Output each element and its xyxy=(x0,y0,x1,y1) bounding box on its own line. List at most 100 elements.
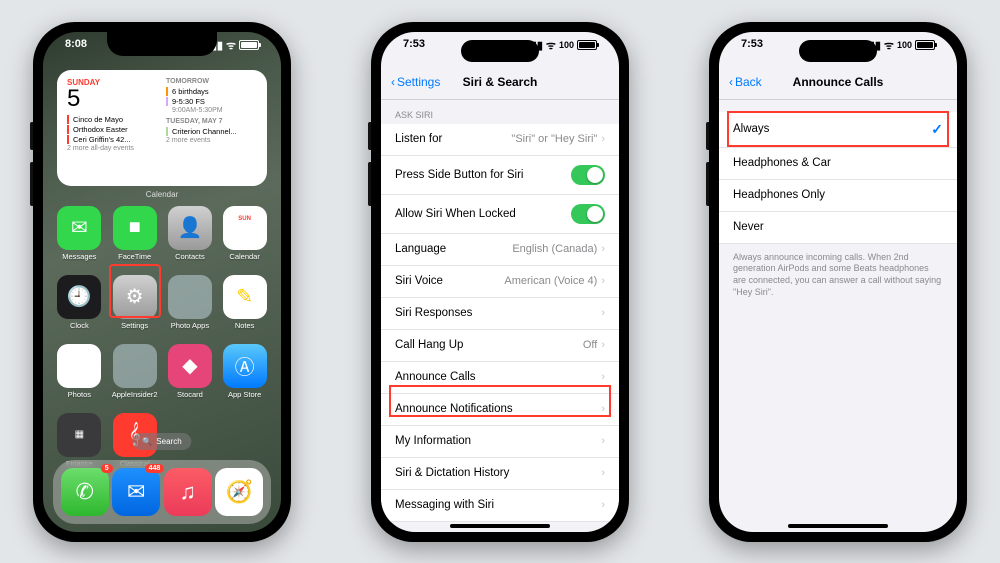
dock-safari[interactable]: 🧭 xyxy=(215,468,263,516)
settings-row-announce-notifications[interactable]: Announce Notifications › xyxy=(381,394,619,426)
photos-icon: ❀ xyxy=(57,344,101,388)
settings-list[interactable]: Always✓ Headphones & Car Headphones Only Ne… xyxy=(719,100,957,526)
battery-pct: 100 xyxy=(559,40,574,50)
settings-row-my-information[interactable]: My Information› xyxy=(381,426,619,458)
dock-mail[interactable]: ✉448 xyxy=(112,468,160,516)
widget-tomorrow-label: TOMORROW xyxy=(166,78,257,85)
row-label: Allow Siri When Locked xyxy=(395,208,516,220)
folder-appleinsider[interactable]: AppleInsider2 xyxy=(112,344,158,399)
home-indicator[interactable] xyxy=(788,524,888,528)
settings-list[interactable]: ASK SIRI Listen for"Siri" or "Hey Siri"›… xyxy=(381,100,619,526)
wifi-icon: ᯤ xyxy=(546,38,556,53)
badge-count: 5 xyxy=(101,464,113,473)
app-calendar[interactable]: SUN5Calendar xyxy=(222,206,267,261)
folder-photo-apps[interactable]: Photo Apps xyxy=(168,275,213,330)
spotlight-search[interactable]: 🔍 Search xyxy=(132,433,191,450)
checkmark-icon: ✓ xyxy=(931,121,943,138)
messages-icon: ✉ xyxy=(57,206,101,250)
notch xyxy=(107,32,217,56)
settings-row-press-side-button-for-siri[interactable]: Press Side Button for Siri xyxy=(381,156,619,195)
wifi-icon: ᯤ xyxy=(884,38,894,53)
widget-more: 2 more events xyxy=(166,137,257,144)
appstore-icon: Ⓐ xyxy=(223,344,267,388)
iphone-siri-settings: 7:53 ▮▮▮▮ ᯤ 100 ‹ Settings Siri & Search… xyxy=(371,22,629,542)
dock-music[interactable]: ♫ xyxy=(164,468,212,516)
app-stocard[interactable]: ◆Stocard xyxy=(168,344,213,399)
back-label: Settings xyxy=(397,75,440,89)
app-contacts[interactable]: 👤Contacts xyxy=(168,206,213,261)
option-headphones-only[interactable]: Headphones Only xyxy=(719,180,957,212)
app-grid: ✉Messages ■FaceTime 👤Contacts SUN5Calend… xyxy=(57,206,267,468)
row-label: Announce Notifications xyxy=(395,403,513,415)
widget-event: Criterion Channel... xyxy=(166,127,257,136)
row-label: Listen for xyxy=(395,133,442,145)
option-label: Headphones & Car xyxy=(733,157,831,169)
option-always[interactable]: Always✓ xyxy=(719,112,957,148)
page-title: Announce Calls xyxy=(793,75,884,89)
iphone-announce-calls: 7:53 ▮▮▮▮ ᯤ 100 ‹ Back Announce Calls Al… xyxy=(709,22,967,542)
home-indicator[interactable] xyxy=(450,524,550,528)
highlight-settings-app xyxy=(109,264,161,318)
battery-icon xyxy=(239,40,259,50)
widget-event: 9-5:30 FS xyxy=(166,97,257,106)
dynamic-island xyxy=(461,40,539,62)
nav-bar: ‹ Back Announce Calls xyxy=(719,66,957,100)
back-button[interactable]: ‹ Back xyxy=(729,75,762,89)
settings-row-siri-voice[interactable]: Siri VoiceAmerican (Voice 4)› xyxy=(381,266,619,298)
toggle-switch[interactable] xyxy=(571,165,605,185)
chevron-right-icon: › xyxy=(601,133,605,145)
chevron-right-icon: › xyxy=(601,435,605,447)
widget-event: Orthodox Easter xyxy=(67,125,158,134)
widget-event: Ceri Griffin's 42... xyxy=(67,135,158,144)
widget-day-num: 5 xyxy=(67,87,158,111)
row-label: Call Hang Up xyxy=(395,339,463,351)
folder-icon: ▦ xyxy=(57,413,101,457)
option-label: Headphones Only xyxy=(733,189,825,201)
dock-phone[interactable]: ✆5 xyxy=(61,468,109,516)
row-value: English (Canada) xyxy=(512,243,597,255)
widget-app-label: Calendar xyxy=(43,190,281,199)
app-clock[interactable]: 🕘Clock xyxy=(57,275,102,330)
chevron-left-icon: ‹ xyxy=(729,75,733,89)
search-label: Search xyxy=(156,437,181,446)
status-time: 7:53 xyxy=(403,38,425,53)
settings-row-allow-siri-when-locked[interactable]: Allow Siri When Locked xyxy=(381,195,619,234)
app-notes[interactable]: ✎Notes xyxy=(222,275,267,330)
chevron-right-icon: › xyxy=(601,499,605,511)
row-label: Press Side Button for Siri xyxy=(395,169,523,181)
notes-icon: ✎ xyxy=(223,275,267,319)
chevron-right-icon: › xyxy=(601,467,605,479)
row-label: Messaging with Siri xyxy=(395,499,494,511)
nav-bar: ‹ Settings Siri & Search xyxy=(381,66,619,100)
option-headphones-car[interactable]: Headphones & Car xyxy=(719,148,957,180)
row-label: Siri & Dictation History xyxy=(395,467,509,479)
app-photos[interactable]: ❀Photos xyxy=(57,344,102,399)
app-facetime[interactable]: ■FaceTime xyxy=(112,206,158,261)
search-icon: 🔍 xyxy=(142,437,152,446)
toggle-switch[interactable] xyxy=(571,204,605,224)
row-value: "Siri" or "Hey Siri" xyxy=(511,133,597,145)
status-time: 8:08 xyxy=(65,38,87,53)
settings-row-call-hang-up[interactable]: Call Hang Up Off › xyxy=(381,330,619,362)
chevron-right-icon: › xyxy=(601,243,605,255)
chevron-right-icon: › xyxy=(601,403,605,415)
widget-event: Cinco de Mayo xyxy=(67,115,158,124)
page-title: Siri & Search xyxy=(463,75,538,89)
app-messages[interactable]: ✉Messages xyxy=(57,206,102,261)
folder-icon xyxy=(113,344,157,388)
widget-day-name: SUNDAY xyxy=(67,78,158,87)
option-never[interactable]: Never xyxy=(719,212,957,244)
settings-row-announce-calls[interactable]: Announce Calls› xyxy=(381,362,619,394)
settings-row-siri-responses[interactable]: Siri Responses› xyxy=(381,298,619,330)
settings-row-messaging-with-siri[interactable]: Messaging with Siri › xyxy=(381,490,619,522)
battery-icon xyxy=(577,40,597,50)
row-label: Language xyxy=(395,243,446,255)
settings-row-listen-for[interactable]: Listen for "Siri" or "Hey Siri" › xyxy=(381,124,619,156)
row-value: Off xyxy=(583,339,597,351)
settings-row-language[interactable]: Language English (Canada) › xyxy=(381,234,619,266)
chevron-right-icon: › xyxy=(601,339,605,351)
back-button[interactable]: ‹ Settings xyxy=(391,75,440,89)
app-appstore[interactable]: ⒶApp Store xyxy=(222,344,267,399)
calendar-widget[interactable]: SUNDAY 5 Cinco de Mayo Orthodox Easter C… xyxy=(57,70,267,186)
settings-row-siri-dictation-history[interactable]: Siri & Dictation History › xyxy=(381,458,619,490)
